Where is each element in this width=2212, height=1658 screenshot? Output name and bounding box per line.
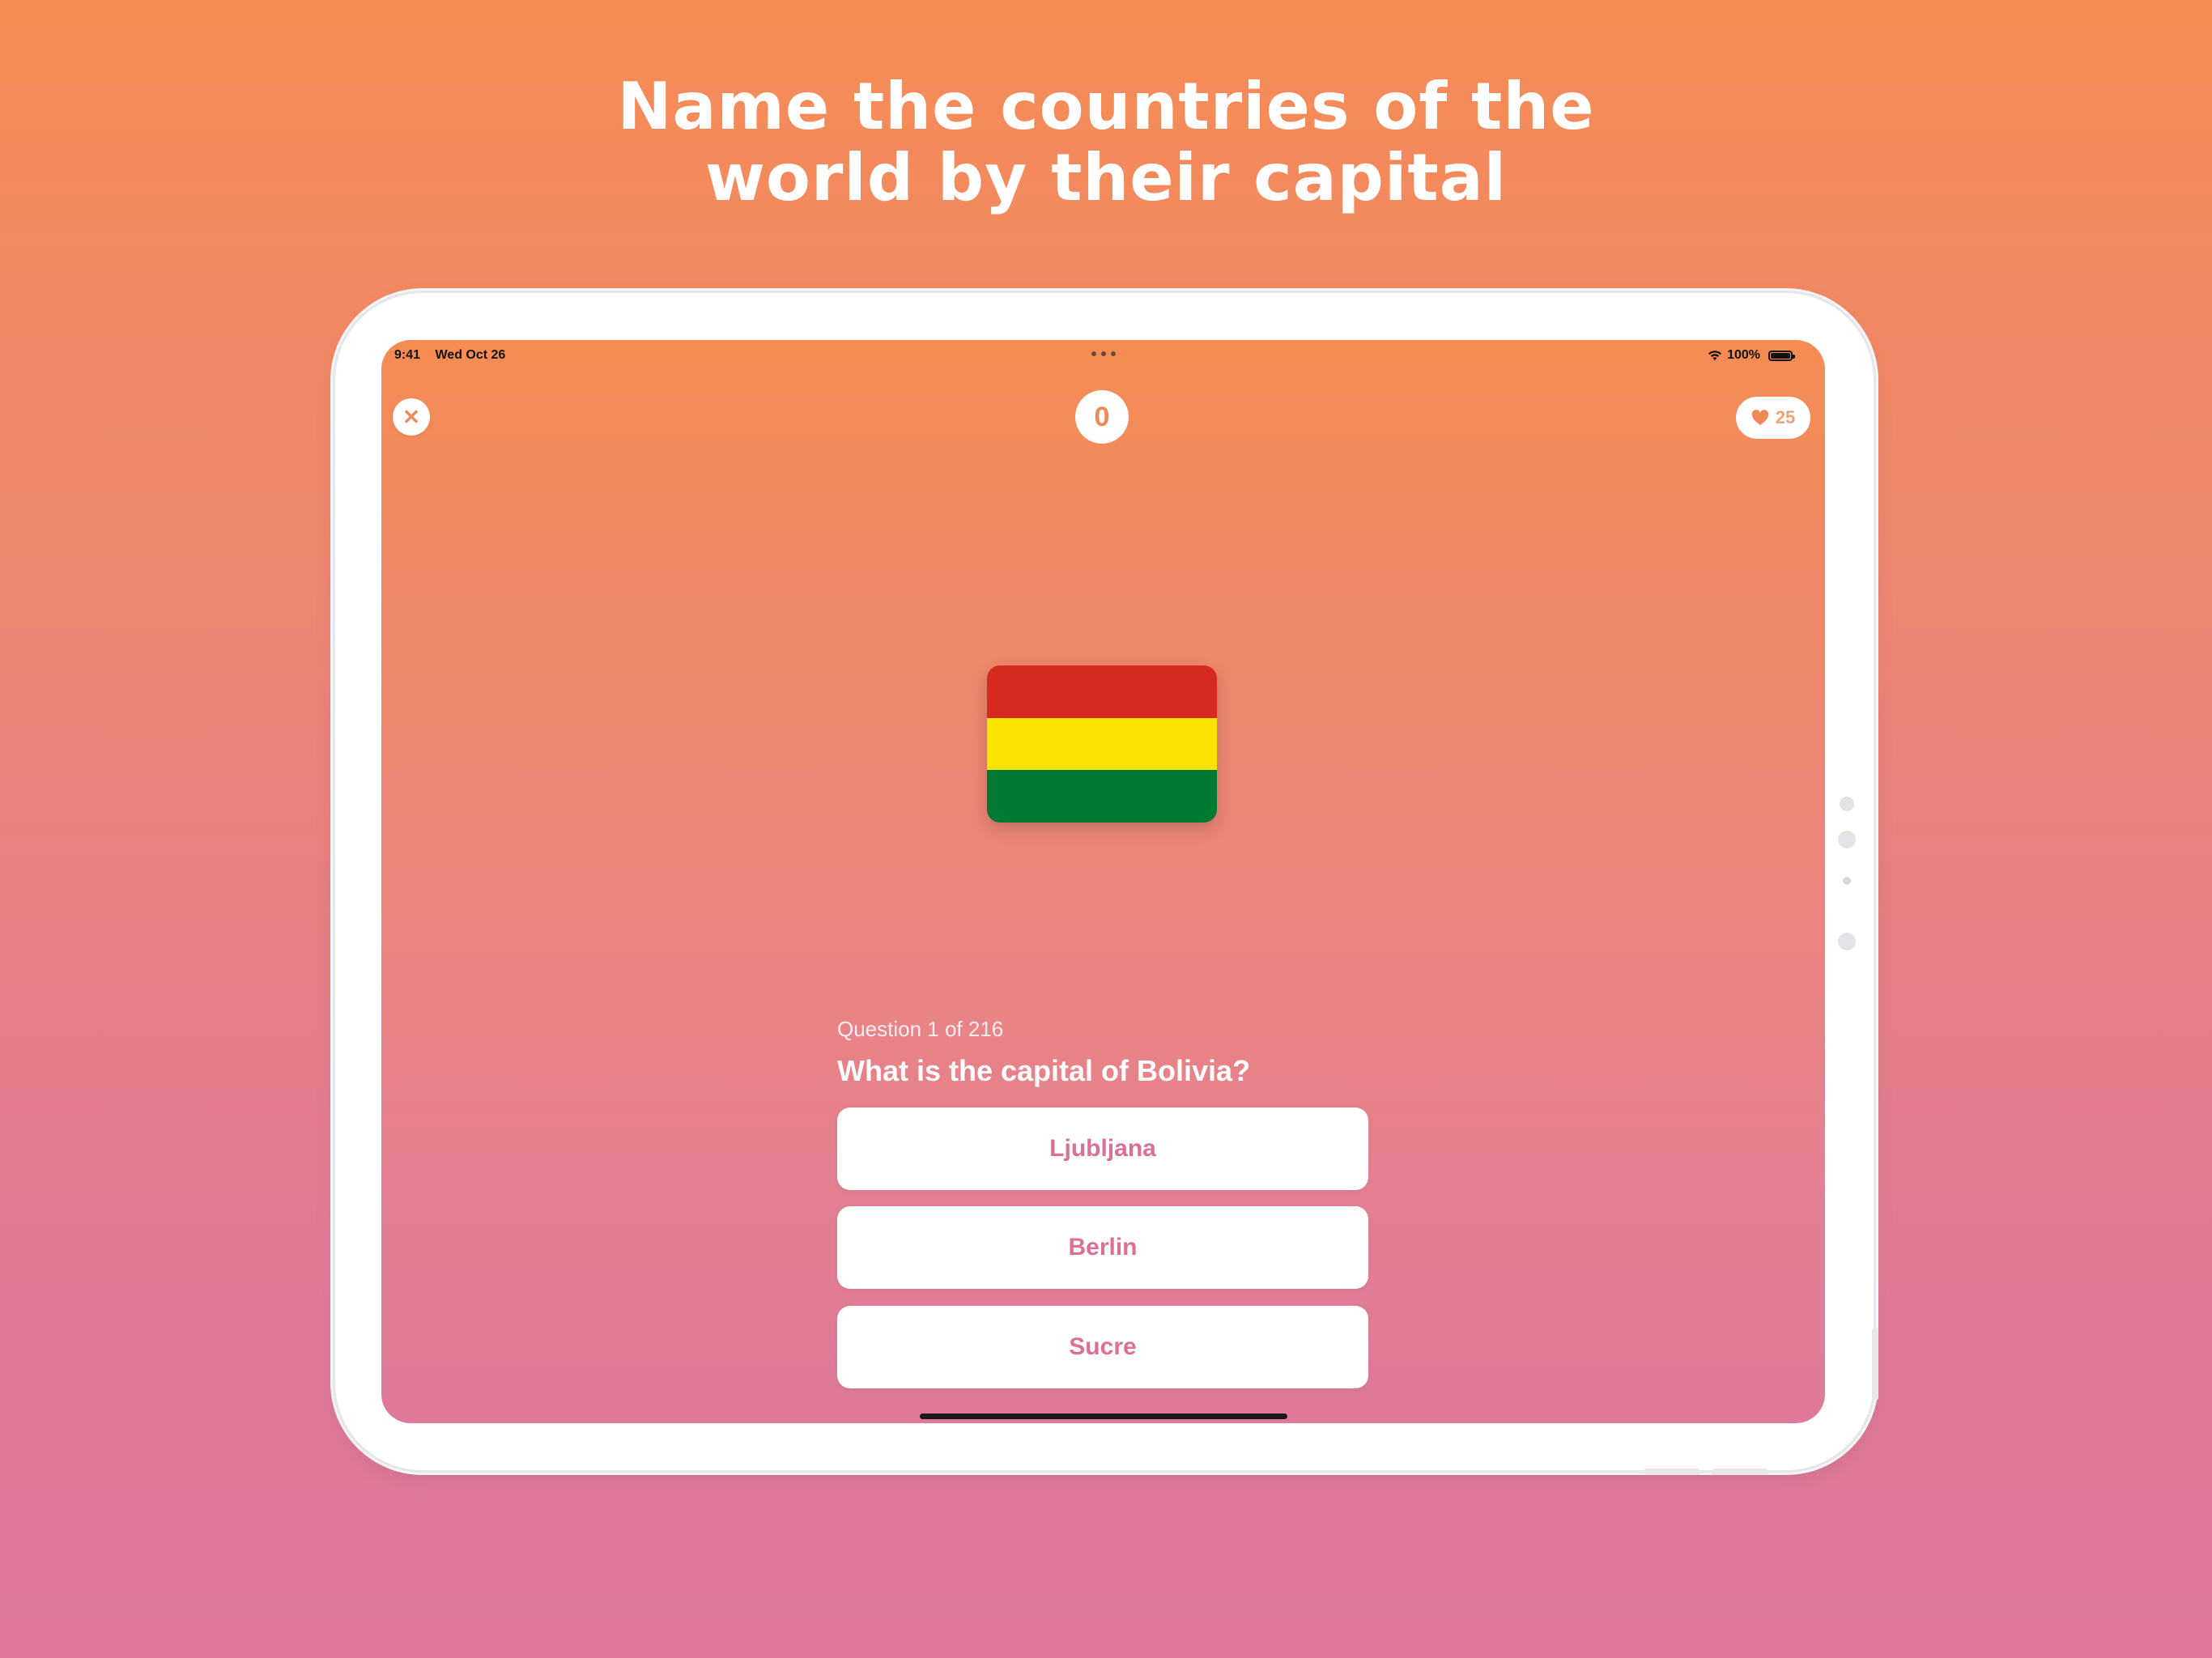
close-button[interactable]: ✕ xyxy=(393,398,430,436)
status-bar-right: 100% xyxy=(1708,346,1795,364)
flag-image xyxy=(987,665,1217,823)
headline-line-1: Name the countries of the xyxy=(617,69,1595,144)
camera-dot xyxy=(1840,797,1854,811)
app-screen: 9:41 Wed Oct 26 100% ✕ 0 25 Question 1 o… xyxy=(381,340,1825,1423)
wifi-icon xyxy=(1708,351,1722,360)
multitasking-dots-icon[interactable] xyxy=(1091,351,1116,356)
sensor-dot xyxy=(1843,877,1851,885)
power-button xyxy=(1872,1328,1878,1401)
question-text: What is the capital of Bolivia? xyxy=(837,1054,1251,1087)
camera-lens xyxy=(1838,831,1856,848)
lives-badge: 25 xyxy=(1736,397,1810,439)
status-date: Wed Oct 26 xyxy=(435,348,506,362)
lives-count: 25 xyxy=(1775,407,1796,427)
flag-stripe-red xyxy=(987,665,1217,718)
answer-button[interactable]: Sucre xyxy=(837,1306,1368,1388)
headline-line-2: world by their capital xyxy=(704,140,1508,215)
headline: Name the countries of the world by their… xyxy=(0,71,2212,214)
flag-stripe-yellow xyxy=(987,717,1217,771)
battery-icon xyxy=(1768,350,1795,361)
answer-button[interactable]: Ljubljana xyxy=(837,1107,1368,1190)
status-time: 9:41 xyxy=(394,348,421,362)
heart-icon xyxy=(1751,410,1768,426)
volume-down-button xyxy=(1712,1469,1768,1475)
flag-stripe-green xyxy=(987,770,1217,823)
flash-dot xyxy=(1838,933,1856,950)
score-badge: 0 xyxy=(1075,390,1129,444)
volume-up-button xyxy=(1644,1469,1700,1475)
close-icon: ✕ xyxy=(402,404,420,429)
home-indicator[interactable] xyxy=(920,1414,1287,1419)
question-progress: Question 1 of 216 xyxy=(837,1017,1004,1041)
battery-percent: 100% xyxy=(1727,348,1760,362)
status-bar-left: 9:41 Wed Oct 26 xyxy=(394,346,505,364)
answer-button[interactable]: Berlin xyxy=(837,1206,1368,1289)
